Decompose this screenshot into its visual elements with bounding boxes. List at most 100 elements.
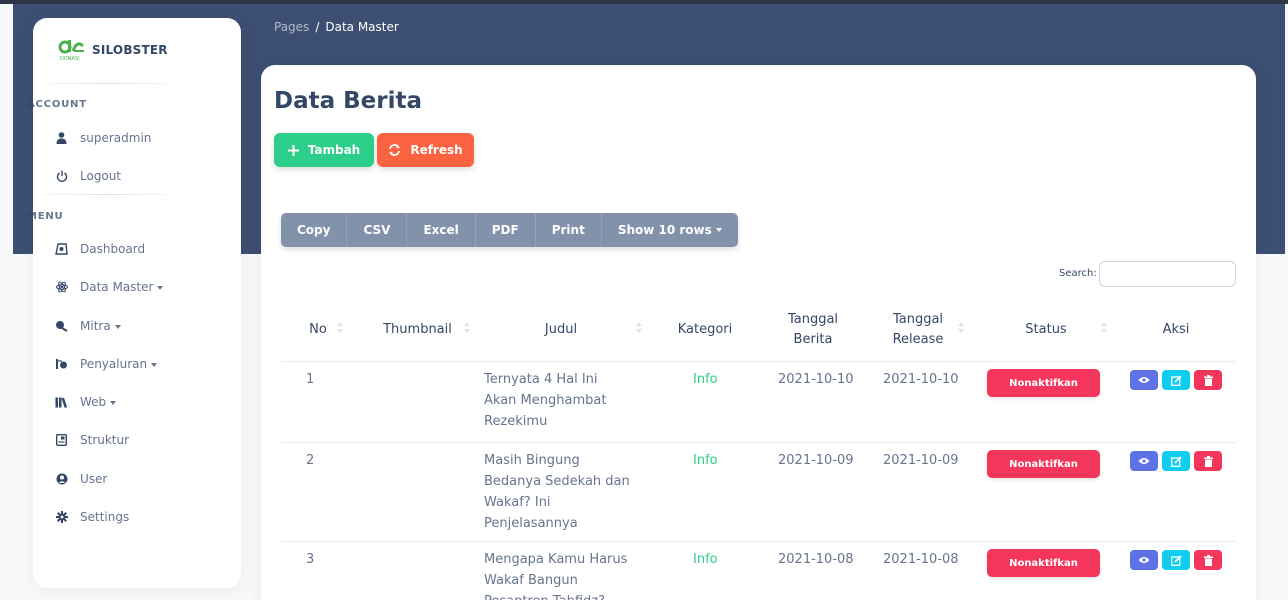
view-button[interactable] [1130,451,1158,471]
plus-icon [287,144,299,156]
row-divider [281,361,1236,362]
delete-button[interactable] [1194,370,1222,390]
edit-button[interactable] [1162,370,1190,390]
column-header-status[interactable]: Status [985,300,1107,360]
row-divider [281,541,1236,542]
atom-icon [55,281,68,294]
cell-kategori: Info [693,372,718,387]
edit-button[interactable] [1162,550,1190,570]
breadcrumb-pages-link[interactable]: Pages [274,20,309,34]
view-button[interactable] [1130,370,1158,390]
trash-icon [1203,455,1213,467]
cell-kategori: Info [693,552,718,567]
export-button-group: Copy CSV Excel PDF Print Show 10 rows [281,213,738,247]
svg-text:DONASI: DONASI [60,56,80,62]
sidebar-item-label: Struktur [80,433,130,447]
cell-tanggal-berita: 2021-10-10 [778,372,854,387]
search-input[interactable] [1099,261,1236,287]
sidebar-item-label: Dashboard [80,242,146,256]
menu-heading: MENU [27,211,64,222]
sidebar-item-label: Penyaluran [80,357,158,371]
edit-icon [1170,554,1182,566]
column-header-no[interactable]: No [293,300,343,360]
edit-icon [1170,455,1182,467]
chevron-down-icon [114,324,121,329]
refresh-icon [389,144,401,156]
chevron-down-icon [151,362,158,367]
sidebar-item-mitra[interactable]: Mitra [55,311,225,341]
print-button[interactable]: Print [536,213,602,247]
eye-icon [1138,458,1150,464]
brand[interactable]: DONASI SILOBSTER [58,38,168,62]
sidebar-item-data-master[interactable]: Data Master [55,272,225,302]
trash-icon [1203,374,1213,386]
pdf-button[interactable]: PDF [476,213,536,247]
power-icon [55,170,68,183]
sidebar-item-label: Web [80,395,117,409]
cell-kategori: Info [693,453,718,468]
books-icon [55,396,68,409]
sidebar-item-label: User [80,472,108,486]
sidebar-item-logout[interactable]: Logout [55,161,225,191]
sidebar-item-struktur[interactable]: Struktur [55,425,225,455]
sort-icon [958,322,964,334]
sidebar-item-label: Mitra [80,319,121,333]
sort-icon [337,322,343,334]
sidebar-item-label: superadmin [80,131,152,145]
sidebar-divider [26,194,186,195]
sidebar-divider [26,83,186,84]
column-header-judul[interactable]: Judul [480,300,642,360]
refresh-button[interactable]: Refresh [377,133,474,167]
dashboard-icon [55,243,68,256]
column-header-tanggal-berita[interactable]: Tanggal Berita [768,300,858,360]
edit-icon [1170,374,1182,386]
sidebar-item-superadmin[interactable]: superadmin [55,123,225,153]
user-circle-icon [55,473,68,486]
brand-name: SILOBSTER [92,43,168,57]
sort-icon [636,322,642,334]
gear-icon [55,511,68,524]
sidebar-item-label: Settings [80,510,130,524]
page-length-label: Show 10 rows [617,223,712,237]
sidebar-item-user[interactable]: User [55,464,225,494]
cell-tanggal-berita: 2021-10-09 [778,453,854,468]
cell-judul[interactable]: Ternyata 4 Hal Ini Akan Menghambat Rezekim… [484,369,606,432]
sort-icon [1101,322,1107,334]
refresh-button-label: Refresh [410,143,463,157]
breadcrumb-current: Data Master [325,20,399,34]
status-toggle-button[interactable]: Nonaktifkan [987,549,1100,577]
edit-button[interactable] [1162,451,1190,471]
status-toggle-button[interactable]: Nonaktifkan [987,369,1100,397]
sidebar-item-dashboard[interactable]: Dashboard [55,234,225,264]
column-header-aksi: Aksi [1162,322,1190,337]
chevron-down-icon [110,400,117,405]
search-label: Search: [1059,268,1097,279]
delete-button[interactable] [1194,550,1222,570]
page-title: Data Berita [274,88,423,114]
breadcrumb-separator: / [315,20,320,34]
sidebar-item-label: Logout [80,169,122,183]
row-divider [281,442,1236,443]
column-header-thumbnail[interactable]: Thumbnail [365,300,470,360]
add-button[interactable]: Tambah [274,133,374,167]
status-toggle-button[interactable]: Nonaktifkan [987,450,1100,478]
view-button[interactable] [1130,550,1158,570]
page-length-dropdown[interactable]: Show 10 rows [602,213,738,247]
column-header-kategori[interactable]: Kategori [666,300,744,360]
add-button-label: Tambah [307,143,361,157]
sidebar-item-settings[interactable]: Settings [55,502,225,532]
cell-tanggal-release: 2021-10-10 [883,372,959,387]
eye-icon [1138,377,1150,383]
cell-tanggal-release: 2021-10-08 [883,552,959,567]
sidebar-item-web[interactable]: Web [55,387,225,417]
cell-judul[interactable]: Masih Bingung Bedanya Sedekah dan Wakaf? I… [484,450,630,534]
copy-button[interactable]: Copy [281,213,348,247]
excel-button[interactable]: Excel [407,213,476,247]
sitemap-icon [55,434,68,447]
cell-judul[interactable]: Mengapa Kamu HarusWakaf BangunPesantren … [484,549,627,600]
column-header-tanggal-release[interactable]: Tanggal Release [872,300,964,360]
csv-button[interactable]: CSV [347,213,408,247]
cell-no: 2 [306,453,315,468]
delete-button[interactable] [1194,451,1222,471]
sidebar-item-penyaluran[interactable]: Penyaluran [55,349,225,379]
